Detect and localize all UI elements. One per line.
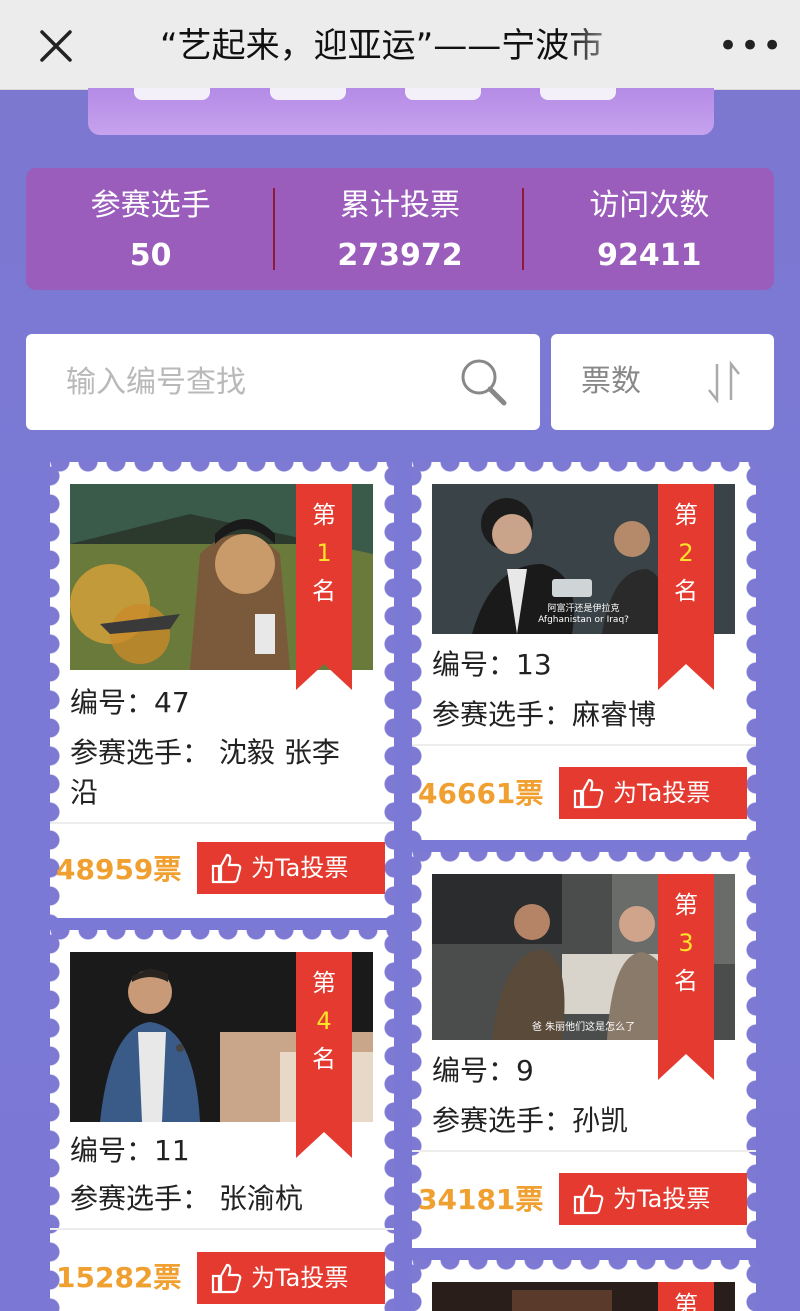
entry-card: 第 4 名 编号：11 参赛选手： 张渝杭 15282票 为Ta投票	[50, 930, 394, 1311]
id-value: 11	[154, 1134, 190, 1167]
contestant-name: 参赛选手： 沈毅 张李	[70, 732, 340, 774]
rank-ribbon: 第	[658, 1282, 714, 1311]
close-icon[interactable]	[36, 26, 76, 66]
id-value: 9	[516, 1054, 534, 1087]
vote-count: 48959票	[56, 853, 182, 886]
thumbs-up-icon	[571, 1182, 605, 1234]
vote-button[interactable]: 为Ta投票	[559, 1173, 747, 1225]
rank-suffix: 名	[312, 1045, 336, 1073]
stat-value: 50	[129, 238, 172, 273]
entry-card: 第 1 名 编号：47 参赛选手： 沈毅 张李 沿 48959票 为Ta投票	[50, 462, 394, 918]
stat-visits: 访问次数 92411	[525, 168, 774, 290]
rank-suffix: 名	[312, 577, 336, 605]
stat-value: 273972	[337, 238, 463, 273]
entry-id: 编号：9	[432, 1050, 534, 1092]
header-banner	[88, 88, 714, 135]
thumbs-up-icon	[571, 776, 605, 828]
contestant-label: 参赛选手：	[70, 1182, 211, 1215]
contestant-name: 参赛选手：孙凯	[432, 1100, 628, 1142]
rank-prefix: 第	[312, 969, 336, 997]
divider	[50, 1228, 394, 1230]
rank-ribbon: 第 3 名	[658, 874, 714, 1080]
top-nav-bar: “艺起来，迎亚运”——宁波市 •••	[0, 0, 800, 90]
rank-suffix: 名	[674, 967, 698, 995]
rank-ribbon: 第 2 名	[658, 484, 714, 690]
sort-dropdown[interactable]: 票数	[551, 334, 774, 430]
thumbs-up-icon	[209, 851, 243, 903]
rank-ribbon: 第 4 名	[296, 952, 352, 1158]
search-input[interactable]	[66, 354, 446, 410]
vote-button[interactable]: 为Ta投票	[197, 842, 385, 894]
rank-ribbon: 第 1 名	[296, 484, 352, 690]
entry-card: 第	[412, 1260, 756, 1311]
thumbs-up-icon	[209, 1261, 243, 1311]
stat-label: 累计投票	[339, 188, 460, 223]
contestant-value: 张渝杭	[218, 1182, 303, 1215]
sort-label: 票数	[581, 364, 641, 399]
rank-prefix: 第	[674, 891, 698, 919]
divider	[50, 822, 394, 824]
id-label: 编号：	[432, 648, 517, 681]
stat-divider	[522, 188, 524, 270]
contestant-label: 参赛选手：	[432, 698, 573, 731]
rank-suffix: 名	[674, 577, 698, 605]
contestant-name: 参赛选手： 张渝杭	[70, 1178, 303, 1220]
vote-count: 15282票	[56, 1261, 182, 1294]
rank-prefix: 第	[674, 1291, 698, 1311]
rank-number: 3	[678, 929, 694, 957]
rank-number: 1	[316, 539, 332, 567]
id-value: 47	[154, 686, 190, 719]
rank-prefix: 第	[674, 501, 698, 529]
rank-number: 4	[316, 1007, 332, 1035]
stat-label: 参赛选手	[90, 188, 211, 223]
search-icon[interactable]	[458, 356, 510, 408]
entry-card: 阿富汗还是伊拉克 Afghanistan or Iraq? 第 2 名 编号：1…	[412, 462, 756, 840]
divider	[412, 1150, 756, 1152]
divider	[412, 744, 756, 746]
page-title: “艺起来，迎亚运”——宁波市	[160, 26, 604, 66]
entry-id: 编号：11	[70, 1130, 190, 1172]
contestant-label: 参赛选手：	[70, 736, 211, 769]
banner-tab[interactable]	[540, 88, 616, 100]
vote-button[interactable]: 为Ta投票	[559, 767, 747, 819]
stat-contestants: 参赛选手 50	[26, 168, 275, 290]
entry-id: 编号：13	[432, 644, 552, 686]
more-options-icon[interactable]: •••	[718, 28, 782, 64]
id-label: 编号：	[70, 1134, 155, 1167]
id-label: 编号：	[432, 1054, 517, 1087]
vote-button-label: 为Ta投票	[251, 854, 349, 882]
contestant-label: 参赛选手：	[432, 1104, 573, 1137]
stats-panel: 参赛选手 50 累计投票 273972 访问次数 92411	[26, 168, 774, 290]
contestant-name-cont: 沿	[70, 776, 99, 809]
rank-number: 2	[678, 539, 694, 567]
vote-button-label: 为Ta投票	[613, 1185, 711, 1213]
stat-label: 访问次数	[589, 188, 710, 223]
entry-card: 爸 朱丽他们这是怎么了 第 3 名 编号：9 参赛选手：孙凯 34181票 为T…	[412, 852, 756, 1248]
banner-tab[interactable]	[270, 88, 346, 100]
contestant-value: 麻睿博	[572, 698, 657, 731]
vote-button-label: 为Ta投票	[613, 779, 711, 807]
banner-tab[interactable]	[405, 88, 481, 100]
stat-total-votes: 累计投票 273972	[275, 168, 524, 290]
stat-divider	[273, 188, 275, 270]
banner-tab[interactable]	[134, 88, 210, 100]
contestant-value: 沈毅 张李	[218, 736, 340, 769]
rank-prefix: 第	[312, 501, 336, 529]
vote-count: 34181票	[418, 1183, 544, 1216]
vote-button[interactable]: 为Ta投票	[197, 1252, 385, 1304]
sort-arrows-icon	[705, 360, 745, 408]
contestant-name: 参赛选手：麻睿博	[432, 694, 656, 736]
id-label: 编号：	[70, 686, 155, 719]
vote-button-label: 为Ta投票	[251, 1264, 349, 1292]
id-value: 13	[516, 648, 552, 681]
entry-id: 编号：47	[70, 682, 190, 724]
stat-value: 92411	[597, 238, 702, 273]
vote-count: 46661票	[418, 777, 544, 810]
contestant-value: 孙凯	[572, 1104, 629, 1137]
